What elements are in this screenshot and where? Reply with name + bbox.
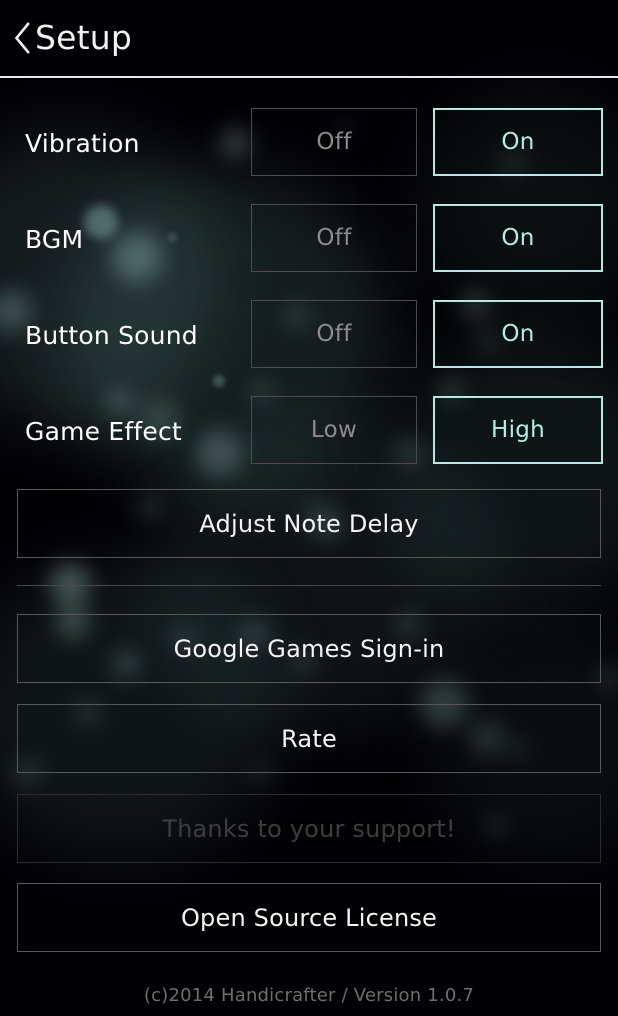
rate-button[interactable]: Rate — [17, 704, 601, 773]
game-effect-option-low[interactable]: Low — [251, 396, 417, 464]
vibration-option-off[interactable]: Off — [251, 108, 417, 176]
bgm-option-off[interactable]: Off — [251, 204, 417, 272]
footer-copyright: (c)2014 Handicrafter / Version 1.0.7 — [143, 985, 475, 1006]
button-sound-option-on[interactable]: On — [433, 300, 603, 368]
game-effect-option-high[interactable]: High — [433, 396, 603, 464]
bokeh-dot — [50, 564, 90, 604]
settings-list: Vibration Off On BGM Off On Button Sound… — [0, 95, 618, 479]
bokeh-dot — [600, 668, 618, 688]
setting-row-bgm: BGM Off On — [0, 191, 618, 287]
back-button[interactable]: Setup — [11, 13, 132, 63]
button-sound-option-off[interactable]: Off — [251, 300, 417, 368]
page-title: Setup — [35, 18, 133, 57]
header-divider — [0, 76, 618, 78]
setting-row-vibration: Vibration Off On — [0, 95, 618, 191]
section-divider — [17, 585, 601, 586]
setting-row-button-sound: Button Sound Off On — [0, 287, 618, 383]
adjust-note-delay-button[interactable]: Adjust Note Delay — [17, 489, 601, 558]
setting-row-game-effect: Game Effect Low High — [0, 383, 618, 479]
vibration-option-on[interactable]: On — [433, 108, 603, 176]
header: Setup — [0, 0, 618, 78]
google-games-sign-in-button[interactable]: Google Games Sign-in — [17, 614, 601, 683]
setting-label: Vibration — [25, 128, 140, 158]
setting-label: Game Effect — [25, 416, 182, 446]
open-source-license-button[interactable]: Open Source License — [17, 883, 601, 952]
chevron-left-icon — [14, 22, 30, 54]
thanks-support-button: Thanks to your support! — [17, 794, 601, 863]
setting-label: BGM — [25, 224, 84, 254]
setting-label: Button Sound — [25, 320, 198, 350]
setup-screen: Setup Vibration Off On BGM Off On Button… — [0, 0, 618, 1016]
bgm-option-on[interactable]: On — [433, 204, 603, 272]
